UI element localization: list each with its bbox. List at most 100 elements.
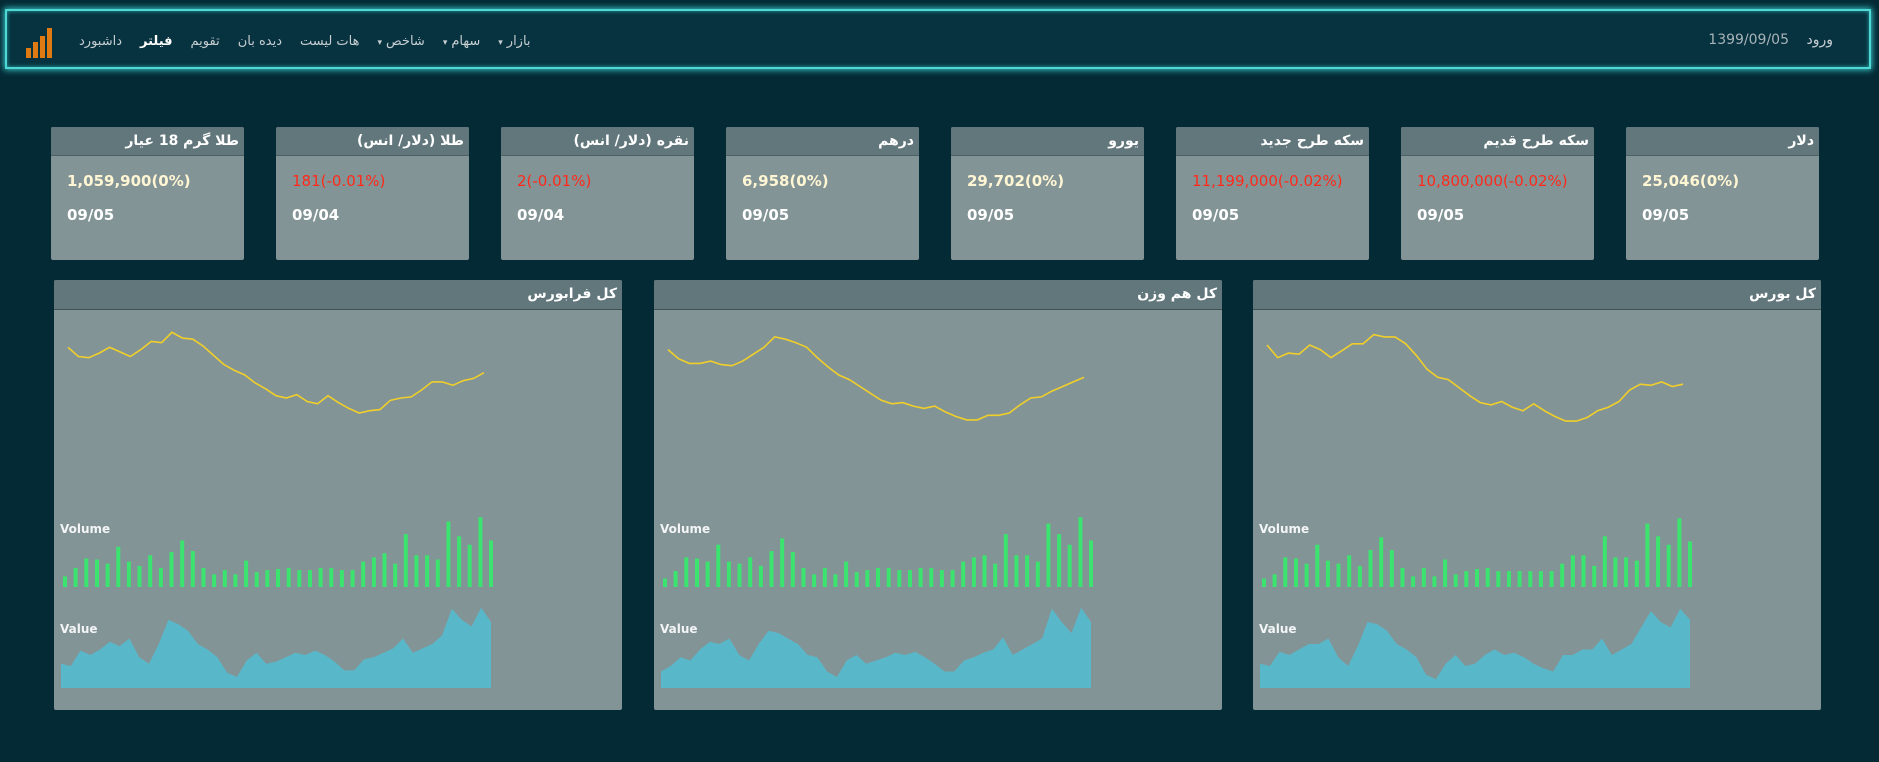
volume-bar <box>137 565 142 587</box>
volume-bar <box>201 568 206 587</box>
volume-bar <box>339 570 344 587</box>
volume-bar <box>1592 565 1597 587</box>
volume-bar <box>780 538 785 587</box>
volume-bar <box>1507 571 1511 587</box>
nav-link-label: تقویم <box>190 33 220 49</box>
nav-link-label: هات لیست <box>300 33 360 49</box>
volume-bar <box>212 574 217 587</box>
card-date: 09/05 <box>1192 206 1240 224</box>
volume-bar <box>1538 571 1543 587</box>
volume-bar <box>371 557 376 587</box>
volume-bar <box>1570 555 1575 587</box>
volume-bar <box>833 574 838 587</box>
card-title: درهم <box>726 127 919 156</box>
volume-bar <box>1634 560 1639 587</box>
volume-bar <box>63 576 67 587</box>
volume-bar <box>886 568 891 587</box>
rate-card[interactable]: طلا (دلار/ انس) 181(-0.01%) 09/04 <box>276 127 469 260</box>
volume-bar <box>1025 555 1030 587</box>
volume-bar <box>318 568 323 587</box>
volume-bar <box>1325 560 1330 587</box>
volume-bar <box>1003 534 1008 587</box>
index-chart-panel: کل هم وزن Volume Value <box>654 280 1222 710</box>
index-line-series <box>1266 333 1684 422</box>
volume-bar <box>1645 523 1650 587</box>
card-date: 09/05 <box>742 206 790 224</box>
login-link[interactable]: ورود <box>1806 32 1833 48</box>
volume-bar <box>822 568 827 587</box>
volume-bar <box>726 561 731 587</box>
volume-bar <box>297 570 302 587</box>
volume-bar <box>233 574 238 587</box>
caret-down-icon: ▾ <box>442 37 448 48</box>
nav-link-7[interactable]: بازار▾ <box>498 34 530 49</box>
index-line-series <box>667 336 1085 421</box>
volume-bar <box>361 561 366 587</box>
card-title: سکه طرح قدیم <box>1401 127 1594 156</box>
volume-bar <box>73 568 78 587</box>
value-area-series <box>661 607 1091 688</box>
rate-card[interactable]: نقره (دلار/ انس) 2(-0.01%) 09/04 <box>501 127 694 260</box>
nav-link-0[interactable]: داشبورد <box>79 34 122 49</box>
volume-bar <box>126 561 131 587</box>
nav-link-3[interactable]: دیده بان <box>238 34 282 49</box>
volume-bar <box>673 571 678 587</box>
card-value: 6,958(0%) <box>742 172 829 190</box>
nav-link-5[interactable]: شاخص ▾ <box>377 34 424 49</box>
value-area-series <box>61 607 491 688</box>
bar-chart-logo-icon[interactable] <box>24 28 56 58</box>
volume-bar <box>1485 568 1490 587</box>
volume-bar <box>865 570 870 587</box>
card-date: 09/05 <box>1417 206 1465 224</box>
rate-card[interactable]: طلا گرم 18 عیار 1,059,900(0%) 09/05 <box>51 127 244 260</box>
panel-title: کل هم وزن <box>654 280 1222 310</box>
rate-card[interactable]: دلار 25,046(0%) 09/05 <box>1626 127 1819 260</box>
volume-bar <box>95 559 99 587</box>
volume-bar <box>1379 537 1384 587</box>
volume-bar <box>1475 569 1479 587</box>
nav-link-2[interactable]: تقویم <box>191 34 220 49</box>
nav-link-label: فیلتر <box>140 33 173 49</box>
nav-link-label: دیده بان <box>237 33 283 49</box>
volume-bar <box>382 553 387 587</box>
nav-link-1[interactable]: فیلتر <box>140 34 173 49</box>
top-navbar: داشبورد فیلتر تقویم دیده بان هات لیست شاخص▾ سه… <box>5 9 1871 69</box>
volume-bar <box>1549 571 1554 587</box>
nav-link-6[interactable]: سهام▾ <box>443 34 480 49</box>
volume-bar <box>148 555 153 587</box>
volume-bar <box>950 570 955 587</box>
volume-bar <box>308 570 312 587</box>
volume-bar <box>350 570 355 587</box>
volume-bar <box>993 563 998 587</box>
card-title: سکه طرح جدید <box>1176 127 1369 156</box>
rate-card[interactable]: سکه طرح جدید 11,199,000(-0.02%) 09/05 <box>1176 127 1369 260</box>
rate-card[interactable]: درهم 6,958(0%) 09/05 <box>726 127 919 260</box>
value-label: Value <box>660 622 698 636</box>
volume-bar <box>812 574 817 587</box>
volume-bar <box>982 555 987 587</box>
rate-card[interactable]: یورو 29,702(0%) 09/05 <box>951 127 1144 260</box>
nav-link-label: داشبورد <box>79 33 122 49</box>
volume-bar <box>414 555 419 587</box>
volume-bar <box>222 570 227 587</box>
rate-card[interactable]: سکه طرح قدیم 10,800,000(-0.02%) 09/05 <box>1401 127 1594 260</box>
volume-bar <box>1294 558 1298 587</box>
panel-title: کل بورس <box>1253 280 1821 310</box>
index-chart-panel: کل فرابورس Volume Value <box>54 280 622 710</box>
volume-bar <box>1624 557 1629 587</box>
volume-bar <box>446 521 451 587</box>
index-line-series <box>67 331 485 414</box>
volume-bar <box>190 551 195 587</box>
volume-bar <box>1304 563 1309 587</box>
volume-bar <box>1453 574 1458 587</box>
nav-link-4[interactable]: هات لیست <box>300 34 359 49</box>
volume-bar <box>1368 550 1373 587</box>
volume-bar <box>1613 557 1618 587</box>
volume-bar <box>1046 523 1051 587</box>
volume-bar <box>929 568 934 587</box>
volume-bar <box>286 568 291 587</box>
volume-bar <box>1283 557 1288 587</box>
volume-bar <box>918 568 923 587</box>
volume-bar <box>1464 571 1469 587</box>
card-value: 1,059,900(0%) <box>67 172 191 190</box>
